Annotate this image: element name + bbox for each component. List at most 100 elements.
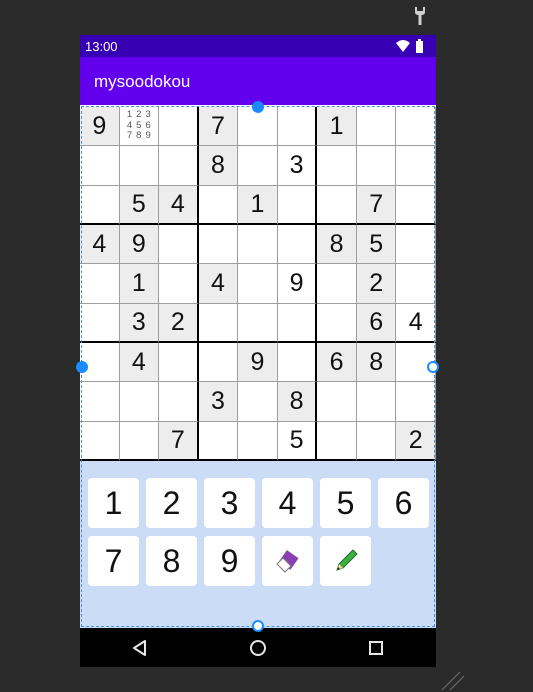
board-cell[interactable] [396, 264, 436, 304]
digit-button[interactable]: 1 [88, 478, 139, 528]
board-cell[interactable] [238, 303, 278, 343]
board-cell[interactable]: 3 [119, 303, 160, 343]
board-cell[interactable]: 2 [159, 303, 199, 343]
digit-button[interactable]: 6 [378, 478, 429, 528]
board-cell[interactable] [238, 264, 278, 304]
board-cell[interactable]: 5 [119, 185, 160, 225]
board-cell[interactable]: 3 [277, 146, 318, 186]
recents-icon[interactable] [365, 637, 387, 659]
board-cell[interactable]: 7 [356, 185, 397, 225]
board-cell[interactable] [159, 107, 199, 147]
board-cell[interactable] [119, 146, 160, 186]
board-cell[interactable] [238, 382, 278, 422]
board-cell[interactable] [198, 342, 239, 383]
board-cell[interactable] [159, 224, 199, 265]
board-cell[interactable]: 1 [317, 107, 357, 147]
board-cell[interactable]: 9 [238, 342, 278, 383]
board-cell[interactable]: 4 [198, 264, 239, 304]
board-cell[interactable]: 7 [159, 421, 199, 461]
board-cell[interactable] [356, 107, 397, 147]
board-cell[interactable] [159, 382, 199, 422]
board-cell[interactable]: 8 [356, 342, 397, 383]
board-cell[interactable] [277, 185, 318, 225]
board-cell[interactable]: 8 [317, 224, 357, 265]
back-icon[interactable] [129, 637, 151, 659]
board-cell[interactable]: 2 [356, 264, 397, 304]
board-cell[interactable]: 3 [198, 382, 239, 422]
board-cell[interactable]: 5 [356, 224, 397, 265]
board-cell[interactable] [317, 146, 357, 186]
board-cell[interactable] [80, 382, 120, 422]
board-cell[interactable] [356, 382, 397, 422]
board-cell[interactable] [80, 303, 120, 343]
selection-handle-bottom[interactable] [252, 620, 264, 632]
board-cell[interactable]: 8 [277, 382, 318, 422]
board-cell[interactable]: 5 [277, 421, 318, 461]
board-cell[interactable]: 4 [119, 342, 160, 383]
board-cell[interactable] [317, 421, 357, 461]
board-cell[interactable]: 2 [396, 421, 436, 461]
board-cell[interactable] [159, 342, 199, 383]
board-cell[interactable]: 9 [80, 107, 120, 147]
cell-value: 4 [408, 307, 423, 336]
board-cell[interactable]: 6 [356, 303, 397, 343]
board-cell[interactable] [238, 146, 278, 186]
board-cell[interactable]: 7 [198, 107, 239, 147]
digit-button[interactable]: 4 [262, 478, 313, 528]
board-cell[interactable] [396, 382, 436, 422]
board-cell[interactable]: 9 [119, 224, 160, 265]
board-cell[interactable]: 1 [119, 264, 160, 304]
board-cell[interactable] [317, 264, 357, 304]
board-cell[interactable] [119, 421, 160, 461]
board-cell[interactable] [80, 421, 120, 461]
board-cell[interactable] [396, 146, 436, 186]
board-cell[interactable]: 4 [80, 224, 120, 265]
selection-handle-top[interactable] [252, 101, 264, 113]
selection-handle-right[interactable] [427, 361, 439, 373]
board-cell[interactable] [356, 421, 397, 461]
board-cell[interactable] [238, 224, 278, 265]
board-cell[interactable] [198, 224, 239, 265]
board-cell[interactable] [317, 185, 357, 225]
pencil-button[interactable] [320, 536, 371, 586]
board-cell[interactable] [277, 107, 318, 147]
board-cell[interactable] [238, 421, 278, 461]
digit-button[interactable]: 3 [204, 478, 255, 528]
board-cell[interactable]: 6 [317, 342, 357, 383]
board-cell[interactable] [317, 303, 357, 343]
board-cell[interactable]: 4 [396, 303, 436, 343]
board-cell[interactable]: 123456789 [119, 107, 160, 147]
board-cell[interactable] [317, 382, 357, 422]
board-cell[interactable]: 4 [159, 185, 199, 225]
board-cell[interactable] [159, 264, 199, 304]
board-cell[interactable] [198, 185, 239, 225]
board-cell[interactable]: 8 [198, 146, 239, 186]
board-cell[interactable] [80, 185, 120, 225]
board-cell[interactable]: 9 [277, 264, 318, 304]
digit-button[interactable]: 5 [320, 478, 371, 528]
board-cell[interactable] [396, 185, 436, 225]
wrench-icon[interactable] [412, 6, 428, 26]
selection-handle-left[interactable] [76, 361, 88, 373]
cell-value: 4 [170, 189, 185, 218]
board-cell[interactable] [396, 224, 436, 265]
board-cell[interactable] [396, 107, 436, 147]
resize-grip-icon[interactable] [440, 668, 466, 692]
digit-button[interactable]: 2 [146, 478, 197, 528]
digit-button[interactable]: 9 [204, 536, 255, 586]
board-cell[interactable] [159, 146, 199, 186]
digit-button[interactable]: 7 [88, 536, 139, 586]
board-cell[interactable] [119, 382, 160, 422]
board-cell[interactable] [277, 303, 318, 343]
board-cell[interactable] [198, 421, 239, 461]
board-cell[interactable] [277, 342, 318, 383]
board-cell[interactable] [198, 303, 239, 343]
board-cell[interactable] [80, 264, 120, 304]
home-icon[interactable] [247, 637, 269, 659]
digit-button[interactable]: 8 [146, 536, 197, 586]
board-cell[interactable]: 1 [238, 185, 278, 225]
board-cell[interactable] [277, 224, 318, 265]
eraser-button[interactable] [262, 536, 313, 586]
board-cell[interactable] [356, 146, 397, 186]
board-cell[interactable] [80, 146, 120, 186]
